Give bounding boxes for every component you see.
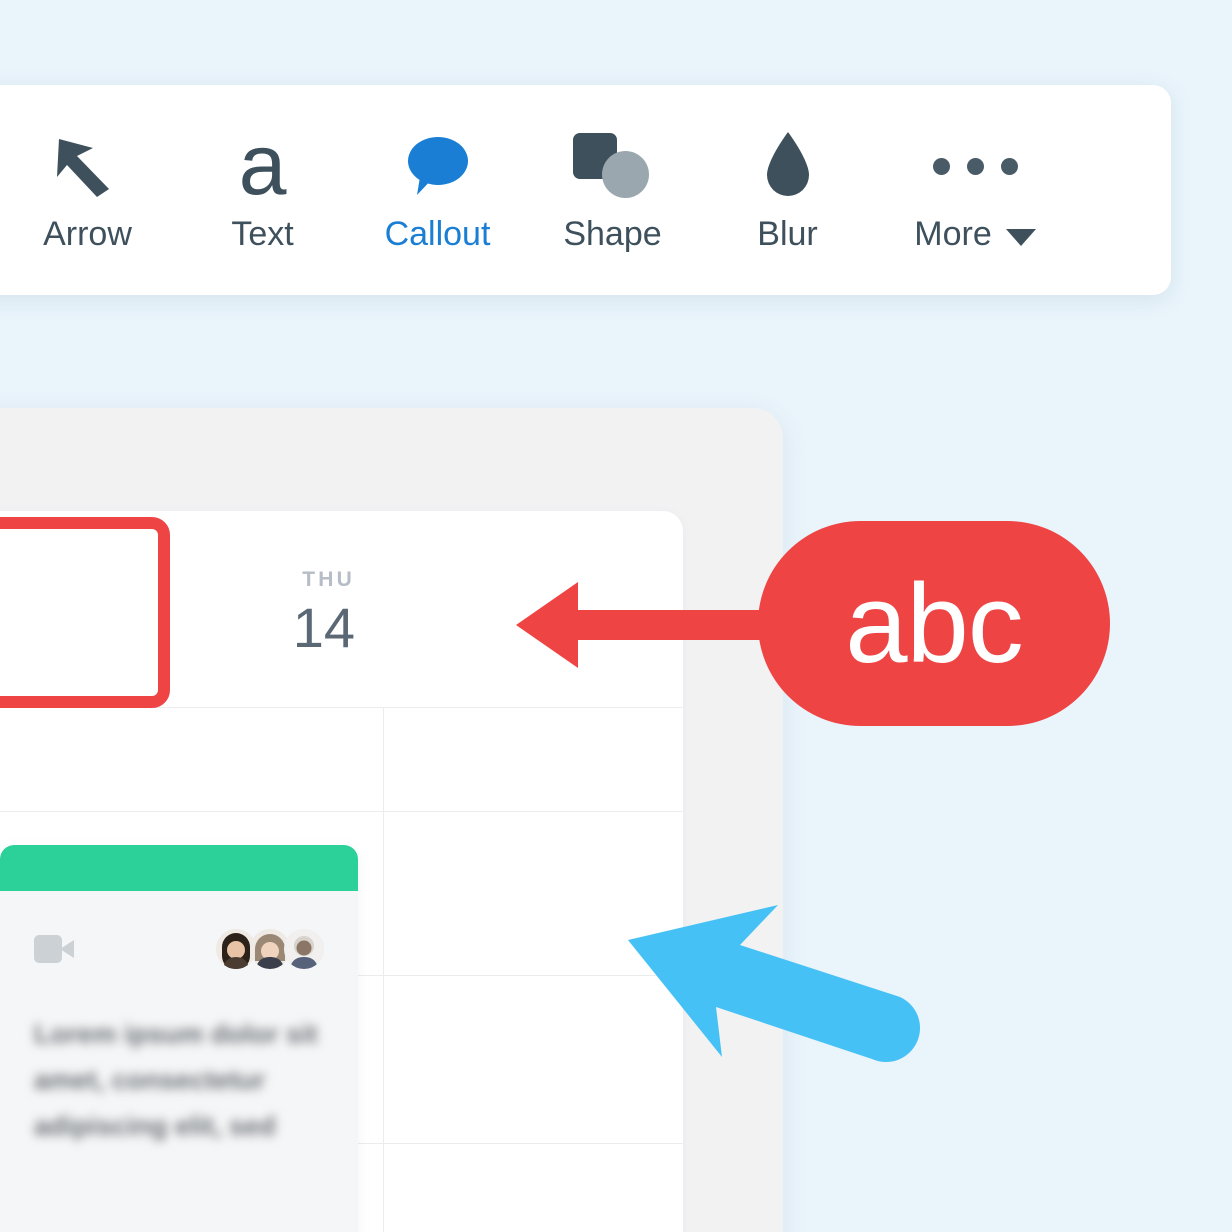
event-card-description-line: Lorem ipsum dolor sit <box>34 1019 318 1049</box>
speech-bubble-icon <box>400 129 476 203</box>
tool-callout[interactable]: Callout <box>350 110 525 270</box>
annotation-canvas: WED 13 THU 14 <box>0 0 1232 1232</box>
avatar <box>284 929 324 969</box>
tool-more[interactable]: More <box>875 110 1075 270</box>
event-card-description-line: adipiscing elit, sed <box>34 1111 276 1141</box>
tool-blur[interactable]: Blur <box>700 110 875 270</box>
ellipsis-icon <box>932 129 1018 203</box>
tool-shape[interactable]: Shape <box>525 110 700 270</box>
arrow-up-left-icon <box>51 129 125 203</box>
text-a-icon: a <box>238 117 287 214</box>
tool-label: Blur <box>757 215 818 253</box>
chevron-down-icon <box>1005 228 1036 246</box>
shapes-icon <box>572 129 653 203</box>
red-highlight-rect-annotation[interactable] <box>0 517 170 708</box>
tool-label: Arrow <box>43 215 132 253</box>
red-callout-bubble-annotation[interactable]: abc <box>758 521 1110 726</box>
tool-label: Text <box>231 215 294 253</box>
calendar-gridline <box>0 811 683 812</box>
water-drop-icon <box>761 129 815 203</box>
tool-more-label: More <box>914 215 992 253</box>
event-card-body: Lorem ipsum dolor sit amet, consectetur … <box>0 891 358 1149</box>
callout-text: abc <box>845 560 1024 686</box>
event-card-description-line: amet, consectetur <box>34 1065 266 1095</box>
tool-text[interactable]: a Text <box>175 110 350 270</box>
video-camera-icon <box>34 935 76 963</box>
blue-arrow-annotation[interactable] <box>600 885 960 1115</box>
tool-label: Callout <box>384 215 491 253</box>
annotation-toolbar: Arrow a Text Callout Shape Blur More <box>0 85 1171 295</box>
event-card-description: Lorem ipsum dolor sit amet, consectetur … <box>34 1011 324 1149</box>
calendar-gridline <box>383 707 384 1232</box>
callout-arrow-tail[interactable] <box>516 570 786 680</box>
tool-label: More <box>914 215 1036 253</box>
calendar-event-card[interactable]: Lorem ipsum dolor sit amet, consectetur … <box>0 845 358 1232</box>
tool-arrow[interactable]: Arrow <box>0 110 175 270</box>
attendee-avatar-stack <box>216 929 324 969</box>
event-card-accent-bar <box>0 845 358 891</box>
tool-label: Shape <box>563 215 662 253</box>
